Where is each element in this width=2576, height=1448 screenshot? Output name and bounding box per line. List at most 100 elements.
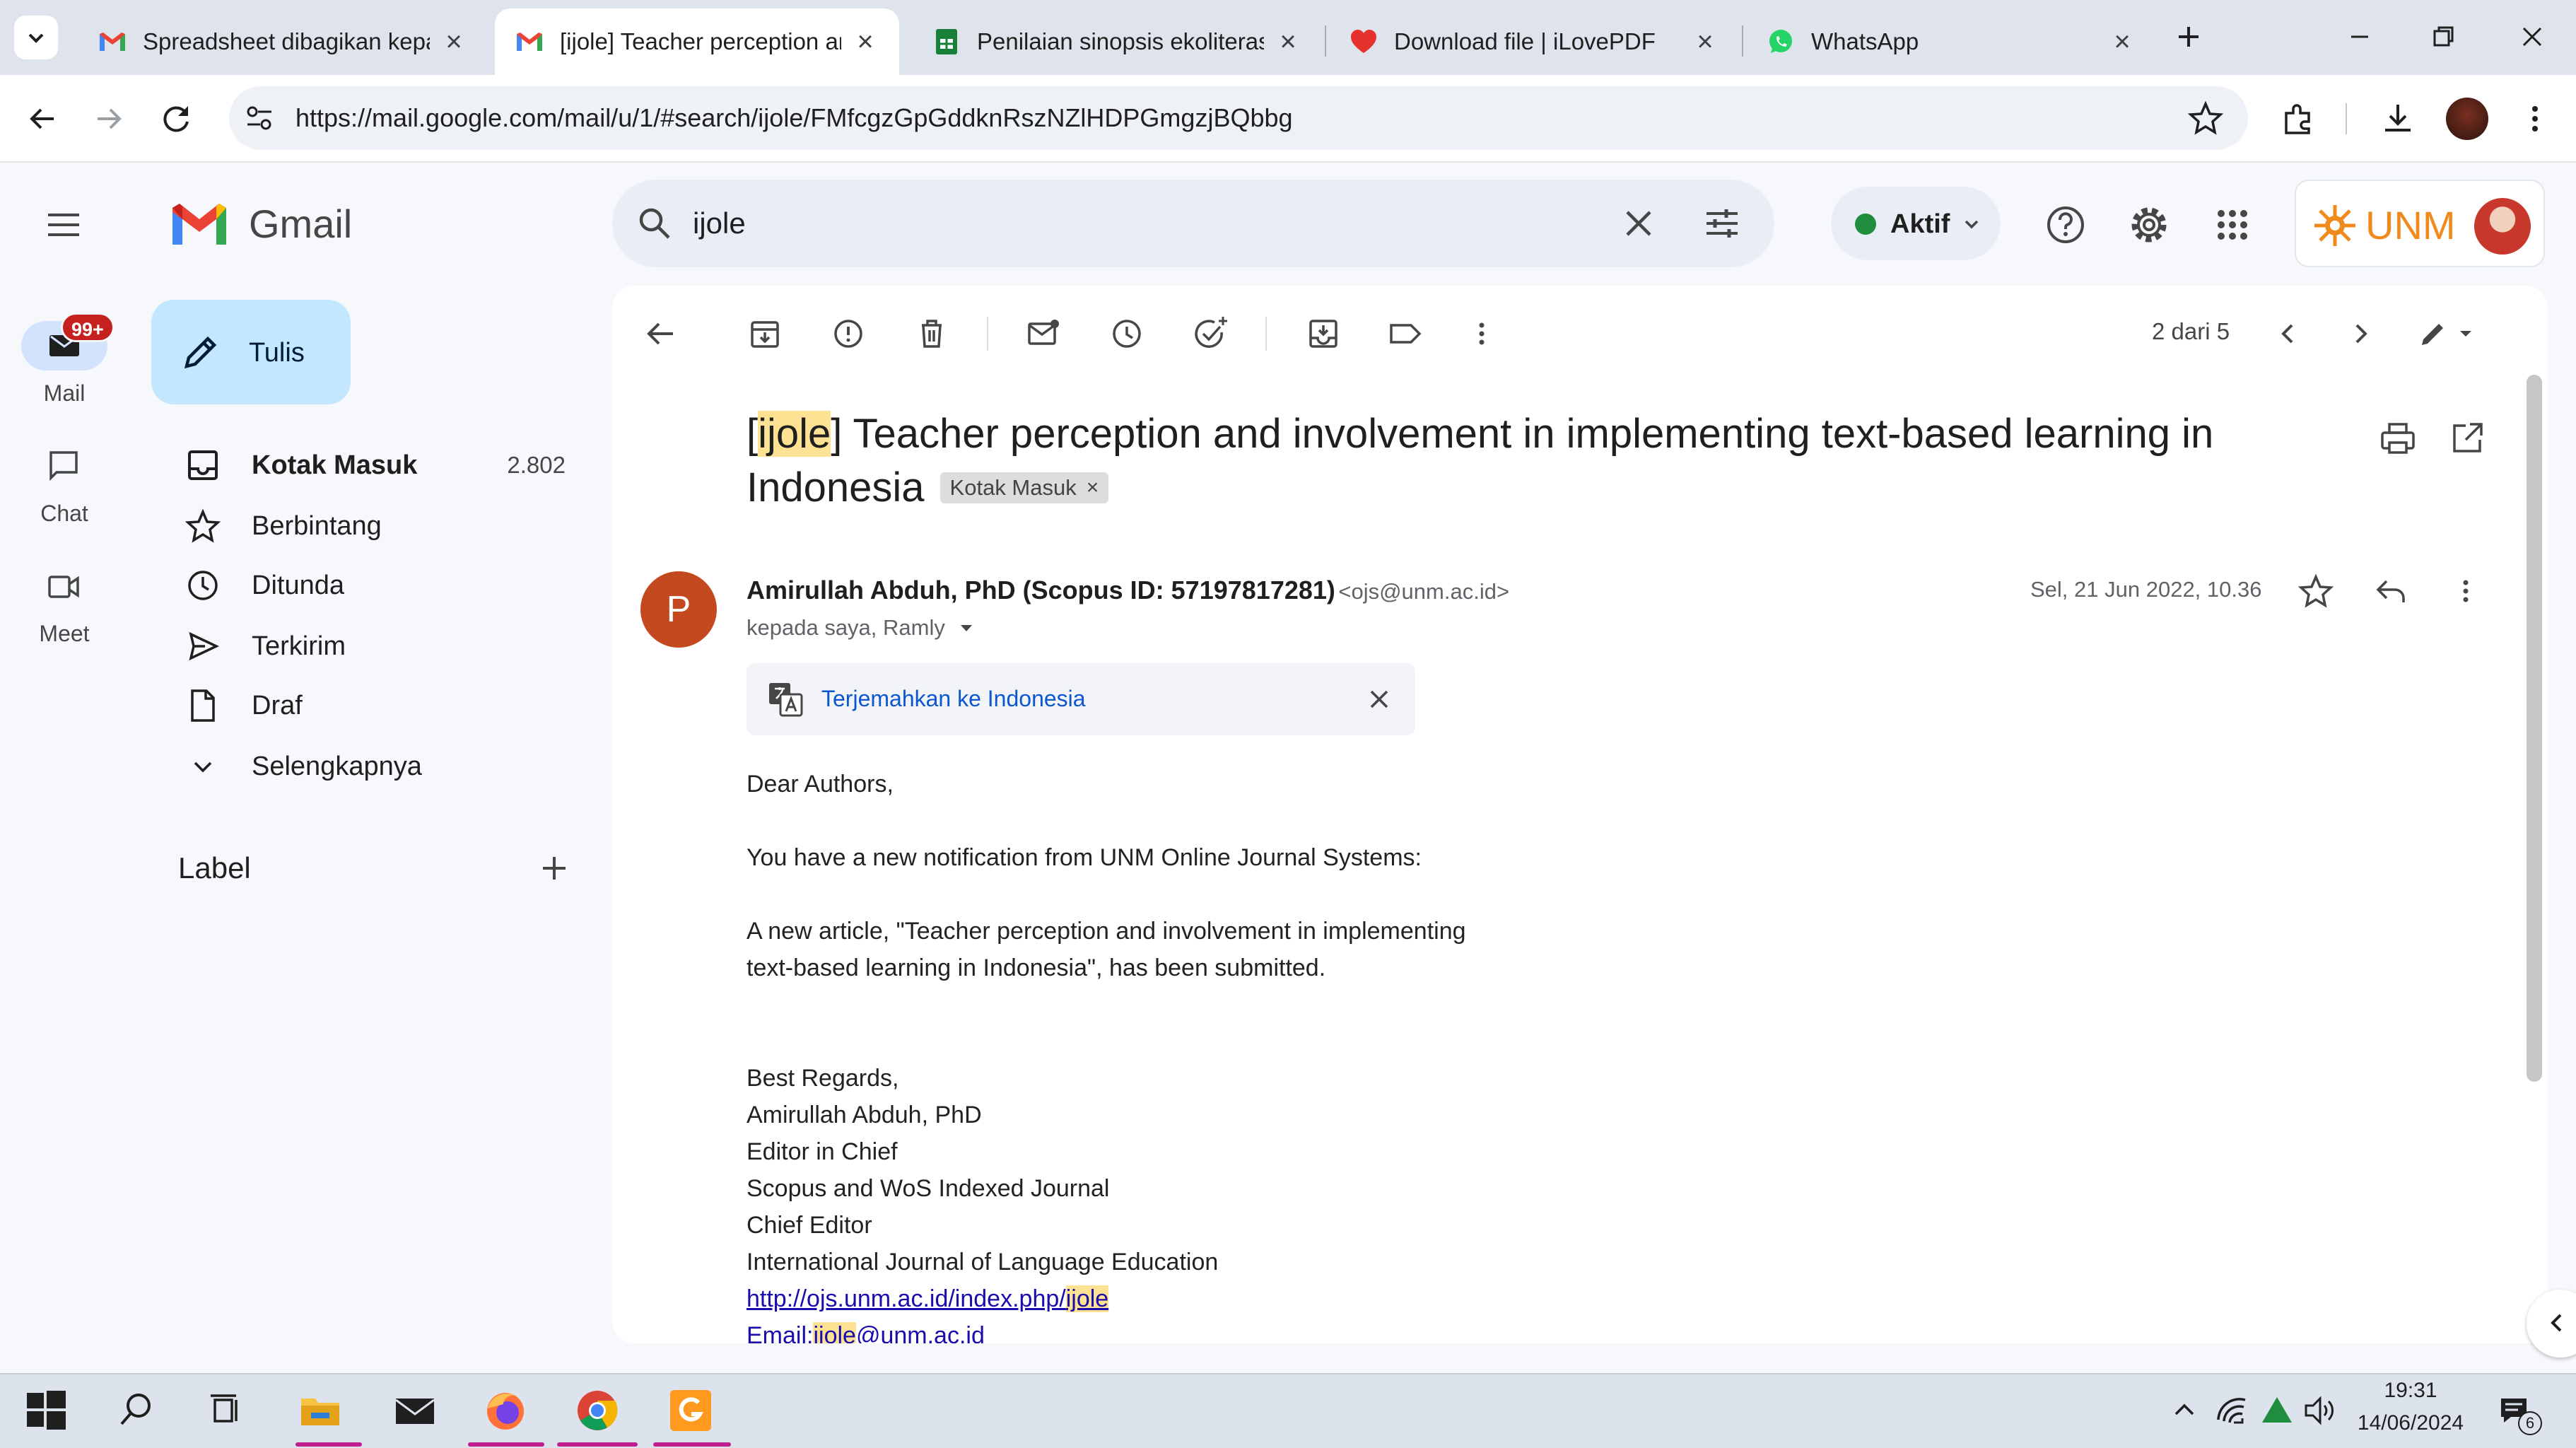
nav-more[interactable]: Selengkapnya bbox=[151, 737, 604, 796]
clear-search-icon[interactable] bbox=[1616, 201, 1661, 246]
input-tools-icon[interactable] bbox=[2413, 311, 2481, 356]
forward-icon[interactable] bbox=[88, 98, 130, 140]
browser-menu-icon[interactable] bbox=[2514, 98, 2556, 140]
message-date: Sel, 21 Jun 2022, 10.36 bbox=[2030, 577, 2262, 602]
settings-gear-icon[interactable] bbox=[2126, 202, 2172, 247]
report-spam-icon[interactable] bbox=[826, 311, 871, 356]
restore-icon[interactable] bbox=[2423, 17, 2463, 57]
add-task-icon[interactable] bbox=[1188, 311, 1233, 356]
main-menu-icon[interactable] bbox=[41, 202, 86, 247]
rail-meet-label[interactable]: Meet bbox=[20, 621, 109, 647]
wifi-icon[interactable] bbox=[2213, 1391, 2251, 1430]
close-window-icon[interactable] bbox=[2512, 17, 2552, 57]
recipients-line[interactable]: kepada saya, Ramly bbox=[747, 615, 979, 641]
sender-name[interactable]: Amirullah Abduh, PhD (Scopus ID: 5719781… bbox=[747, 576, 1335, 605]
clock-time[interactable]: 19:31 bbox=[2360, 1379, 2461, 1403]
close-translate-icon[interactable] bbox=[1360, 680, 1398, 718]
windows-start-icon[interactable] bbox=[23, 1387, 69, 1434]
archive-icon[interactable] bbox=[742, 311, 788, 356]
tab-close-icon[interactable]: × bbox=[1691, 26, 1719, 58]
translate-link[interactable]: Terjemahkan ke Indonesia bbox=[821, 686, 1086, 712]
scrollbar-thumb[interactable] bbox=[2527, 375, 2542, 1082]
chrome-icon[interactable] bbox=[574, 1387, 621, 1434]
nav-sent[interactable]: Terkirim bbox=[151, 617, 604, 676]
label-icon[interactable] bbox=[1383, 311, 1428, 356]
inbox-label-chip[interactable]: Kotak Masuk × bbox=[939, 472, 1109, 503]
star-message-icon[interactable] bbox=[2293, 568, 2338, 614]
rail-mail-label[interactable]: Mail bbox=[20, 380, 109, 407]
new-tab-icon[interactable] bbox=[2169, 17, 2208, 57]
chat-icon[interactable] bbox=[44, 445, 83, 485]
account-avatar[interactable] bbox=[2474, 198, 2531, 255]
signature-line-3: Scopus and WoS Indexed Journal bbox=[747, 1175, 1110, 1202]
search-bar[interactable] bbox=[612, 180, 1774, 267]
back-icon[interactable] bbox=[21, 98, 64, 140]
tab-close-icon[interactable]: × bbox=[851, 26, 879, 58]
tab-penilaian[interactable]: Penilaian sinopsis ekoliterasi × bbox=[912, 8, 1322, 75]
drive-sync-icon[interactable] bbox=[2258, 1391, 2296, 1430]
app-g-icon[interactable] bbox=[667, 1387, 714, 1434]
apps-grid-icon[interactable] bbox=[2210, 202, 2255, 247]
help-icon[interactable] bbox=[2043, 202, 2088, 247]
add-label-icon[interactable] bbox=[534, 848, 574, 888]
tab-spreadsheet[interactable]: Spreadsheet dibagikan kepada × bbox=[78, 8, 488, 75]
tab-ijole-email[interactable]: [ijole] Teacher perception an × bbox=[495, 8, 899, 75]
sender-line: Amirullah Abduh, PhD (Scopus ID: 5719781… bbox=[747, 576, 1509, 605]
search-input[interactable]: ijole bbox=[693, 206, 746, 240]
mark-unread-icon[interactable] bbox=[1021, 311, 1066, 356]
nav-starred[interactable]: Berbintang bbox=[151, 496, 604, 556]
tab-close-icon[interactable]: × bbox=[1274, 26, 1302, 58]
url-text[interactable]: https://mail.google.com/mail/u/1/#search… bbox=[295, 103, 1293, 133]
more-options-icon[interactable] bbox=[1459, 311, 1504, 356]
tab-close-icon[interactable]: × bbox=[440, 26, 468, 58]
remove-label-icon[interactable]: × bbox=[1087, 476, 1099, 500]
mail-app-icon[interactable] bbox=[392, 1387, 438, 1434]
volume-icon[interactable] bbox=[2300, 1391, 2338, 1430]
minimize-icon[interactable] bbox=[2340, 17, 2379, 57]
nav-label: Terkirim bbox=[252, 631, 346, 661]
bookmark-star-icon[interactable] bbox=[2184, 98, 2227, 140]
task-view-icon[interactable] bbox=[204, 1387, 250, 1434]
journal-link[interactable]: http://ojs.unm.ac.id/index.php/ijole bbox=[747, 1285, 1109, 1313]
move-to-icon[interactable] bbox=[1301, 311, 1346, 356]
subject-line-2: Indonesia Kotak Masuk × bbox=[747, 464, 1109, 511]
email-link[interactable]: Email:ijole@unm.ac.id bbox=[747, 1322, 985, 1343]
tab-close-icon[interactable]: × bbox=[2108, 26, 2136, 58]
newer-icon[interactable] bbox=[2265, 311, 2310, 356]
taskbar-search-icon[interactable] bbox=[113, 1387, 160, 1434]
gmail-logo-icon[interactable] bbox=[170, 199, 229, 247]
snooze-icon[interactable] bbox=[1104, 311, 1149, 356]
gmail-favicon-icon bbox=[517, 33, 542, 51]
send-icon bbox=[189, 631, 220, 661]
tab-whatsapp[interactable]: WhatsApp × bbox=[1746, 8, 2156, 75]
site-settings-icon[interactable] bbox=[240, 99, 279, 137]
nav-drafts[interactable]: Draf bbox=[151, 676, 604, 735]
older-icon[interactable] bbox=[2338, 311, 2384, 356]
unm-logo-icon bbox=[2314, 205, 2355, 246]
extensions-icon[interactable] bbox=[2278, 98, 2320, 140]
nav-snoozed[interactable]: Ditunda bbox=[151, 556, 604, 615]
open-new-window-icon[interactable] bbox=[2445, 416, 2490, 461]
rail-chat-label[interactable]: Chat bbox=[20, 501, 109, 527]
sender-avatar[interactable]: P bbox=[640, 571, 717, 648]
tab-search-button[interactable] bbox=[14, 16, 58, 59]
body-greeting: Dear Authors, bbox=[747, 771, 894, 798]
details-dropdown-icon[interactable] bbox=[954, 615, 979, 641]
back-to-list-icon[interactable] bbox=[638, 311, 683, 356]
nav-inbox[interactable]: Kotak Masuk 2.802 bbox=[151, 436, 604, 495]
delete-icon[interactable] bbox=[909, 311, 954, 356]
message-more-icon[interactable] bbox=[2443, 568, 2488, 614]
tray-overflow-icon[interactable] bbox=[2167, 1393, 2201, 1427]
search-options-icon[interactable] bbox=[1699, 201, 1745, 246]
reply-icon[interactable] bbox=[2368, 568, 2413, 614]
tab-ilovepdf[interactable]: Download file | iLovePDF × bbox=[1329, 8, 1739, 75]
firefox-icon[interactable] bbox=[482, 1387, 529, 1434]
profile-avatar[interactable] bbox=[2446, 98, 2488, 140]
search-icon[interactable] bbox=[633, 202, 676, 245]
file-explorer-icon[interactable] bbox=[297, 1387, 344, 1434]
meet-icon[interactable] bbox=[44, 567, 83, 607]
download-icon[interactable] bbox=[2377, 98, 2419, 140]
reload-icon[interactable] bbox=[156, 98, 198, 140]
print-icon[interactable] bbox=[2375, 416, 2420, 461]
clock-date[interactable]: 14/06/2024 bbox=[2350, 1411, 2471, 1435]
